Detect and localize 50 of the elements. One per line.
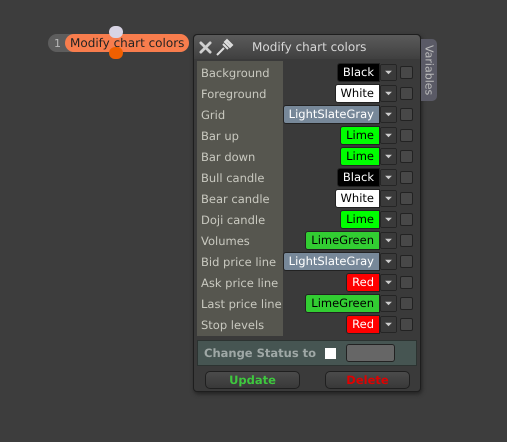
checkbox[interactable] (400, 66, 413, 79)
close-icon[interactable] (199, 40, 212, 54)
color-dropdown[interactable]: Lime (340, 147, 380, 166)
color-dropdown[interactable]: LightSlateGray (282, 105, 380, 124)
window-title: Modify chart colors (252, 40, 366, 54)
checkbox[interactable] (400, 192, 413, 205)
checkbox[interactable] (400, 171, 413, 184)
color-dropdown[interactable]: Lime (340, 210, 380, 229)
node-label[interactable]: Modify chart colors (65, 34, 190, 52)
status-label: Change Status to (204, 346, 316, 360)
color-dropdown[interactable]: Black (336, 63, 380, 82)
row-label: Volumes (200, 234, 251, 248)
row-label: Foreground (200, 86, 268, 100)
color-dropdown[interactable]: LimeGreen (305, 231, 380, 250)
color-dropdown[interactable]: Red (346, 273, 380, 292)
checkbox[interactable] (400, 213, 413, 226)
action-button[interactable]: Update (205, 371, 300, 389)
checkbox[interactable] (400, 297, 413, 310)
row-label: Ask price line (200, 276, 280, 290)
row-label: Grid (200, 108, 226, 122)
input-port[interactable] (109, 26, 123, 38)
row-label: Last price line (200, 296, 283, 310)
checkbox[interactable] (400, 87, 413, 100)
row-label: Stop levels (200, 318, 266, 332)
checkbox[interactable] (400, 255, 413, 268)
checkbox[interactable] (400, 318, 413, 331)
row-label: Background (200, 66, 271, 80)
color-dropdown[interactable]: White (334, 189, 380, 208)
checkbox[interactable] (400, 234, 413, 247)
row-label: Bar up (200, 128, 240, 142)
checkbox[interactable] (400, 276, 413, 289)
row-label: Bar down (200, 150, 256, 164)
row-label: Bull candle (200, 170, 266, 184)
output-port[interactable] (109, 47, 123, 59)
node-index: 1 (53, 36, 62, 50)
row-label: Doji candle (200, 212, 266, 226)
color-dropdown[interactable]: LightSlateGray (282, 252, 380, 271)
color-dropdown[interactable]: Red (346, 315, 380, 334)
status-field[interactable] (346, 344, 396, 362)
row-label: Bid price line (200, 254, 278, 268)
checkbox[interactable] (400, 108, 413, 121)
color-dropdown[interactable]: Black (336, 168, 380, 187)
color-dropdown[interactable]: Lime (340, 126, 380, 145)
checkbox[interactable] (400, 129, 413, 142)
color-dropdown[interactable]: LimeGreen (305, 294, 380, 313)
pin-icon[interactable] (216, 38, 234, 56)
color-dropdown[interactable]: White (334, 84, 380, 103)
checkbox[interactable] (400, 150, 413, 163)
variables-tab[interactable]: Variables (421, 39, 437, 101)
row-label: Bear candle (200, 192, 271, 206)
